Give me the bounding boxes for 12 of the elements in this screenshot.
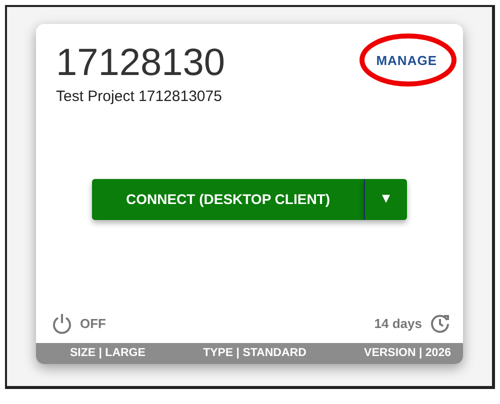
- footer-label: TYPE | STANDARD: [203, 346, 306, 361]
- project-name: Test Project 1712813075: [56, 87, 223, 107]
- power-icon[interactable]: [52, 313, 72, 335]
- dropdown-toggle[interactable]: ▾: [364, 178, 407, 220]
- footer-label: SIZE | LARGE: [70, 346, 146, 361]
- expiry-text: 14 days: [374, 315, 422, 334]
- clock-icon: [430, 314, 450, 334]
- power-status: OFF: [80, 315, 106, 334]
- connect-button[interactable]: CONNECT (DESKTOP CLIENT): [92, 178, 364, 220]
- footer-label: VERSION | 2026: [364, 346, 451, 361]
- manage-link[interactable]: MANAGE: [376, 53, 437, 68]
- project-number: 17128130: [56, 44, 226, 82]
